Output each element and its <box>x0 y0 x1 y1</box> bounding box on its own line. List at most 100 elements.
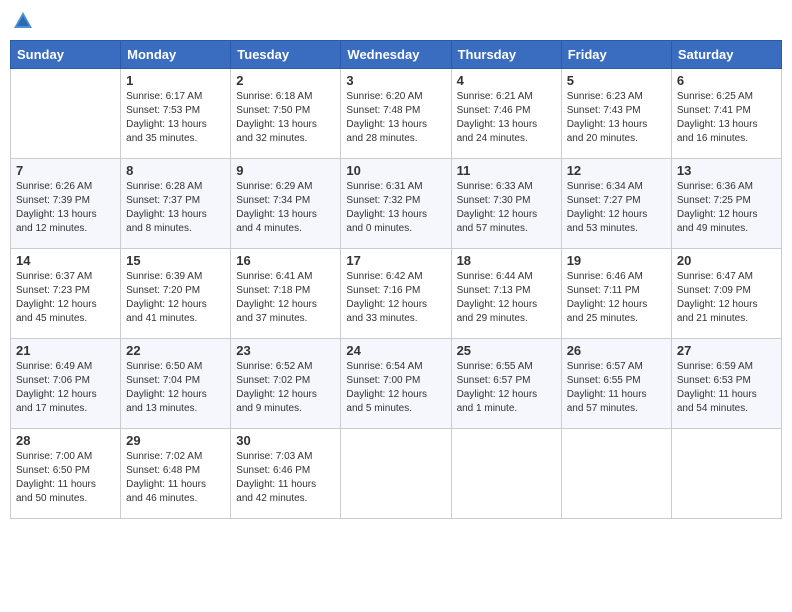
day-number: 15 <box>126 253 225 268</box>
calendar-table: SundayMondayTuesdayWednesdayThursdayFrid… <box>10 40 782 519</box>
calendar-header-row: SundayMondayTuesdayWednesdayThursdayFrid… <box>11 41 782 69</box>
day-number: 24 <box>346 343 445 358</box>
calendar-cell: 15 Sunrise: 6:39 AM Sunset: 7:20 PM Dayli… <box>121 249 231 339</box>
calendar-cell: 16 Sunrise: 6:41 AM Sunset: 7:18 PM Dayli… <box>231 249 341 339</box>
day-number: 12 <box>567 163 666 178</box>
day-info: Sunrise: 6:18 AM Sunset: 7:50 PM Dayligh… <box>236 90 335 146</box>
calendar-header-monday: Monday <box>121 41 231 69</box>
day-info: Sunrise: 6:39 AM Sunset: 7:20 PM Dayligh… <box>126 270 225 326</box>
day-number: 25 <box>457 343 556 358</box>
day-number: 29 <box>126 433 225 448</box>
calendar-cell: 17 Sunrise: 6:42 AM Sunset: 7:16 PM Dayli… <box>341 249 451 339</box>
calendar-header-sunday: Sunday <box>11 41 121 69</box>
logo <box>10 10 34 32</box>
day-number: 14 <box>16 253 115 268</box>
day-info: Sunrise: 6:36 AM Sunset: 7:25 PM Dayligh… <box>677 180 776 236</box>
day-info: Sunrise: 6:50 AM Sunset: 7:04 PM Dayligh… <box>126 360 225 416</box>
day-info: Sunrise: 6:20 AM Sunset: 7:48 PM Dayligh… <box>346 90 445 146</box>
calendar-header-saturday: Saturday <box>671 41 781 69</box>
day-info: Sunrise: 6:54 AM Sunset: 7:00 PM Dayligh… <box>346 360 445 416</box>
calendar-cell: 22 Sunrise: 6:50 AM Sunset: 7:04 PM Dayli… <box>121 339 231 429</box>
day-number: 10 <box>346 163 445 178</box>
calendar-header-tuesday: Tuesday <box>231 41 341 69</box>
calendar-cell <box>561 429 671 519</box>
calendar-cell: 28 Sunrise: 7:00 AM Sunset: 6:50 PM Dayli… <box>11 429 121 519</box>
day-number: 26 <box>567 343 666 358</box>
day-number: 16 <box>236 253 335 268</box>
calendar-cell: 10 Sunrise: 6:31 AM Sunset: 7:32 PM Dayli… <box>341 159 451 249</box>
calendar-cell: 21 Sunrise: 6:49 AM Sunset: 7:06 PM Dayli… <box>11 339 121 429</box>
day-number: 11 <box>457 163 556 178</box>
day-number: 30 <box>236 433 335 448</box>
day-number: 19 <box>567 253 666 268</box>
calendar-cell: 5 Sunrise: 6:23 AM Sunset: 7:43 PM Daylig… <box>561 69 671 159</box>
calendar-cell: 9Sunrise: 6:29 AM Sunset: 7:34 PM Daylig… <box>231 159 341 249</box>
calendar-week-row: 1 Sunrise: 6:17 AM Sunset: 7:53 PM Daylig… <box>11 69 782 159</box>
calendar-week-row: 7 Sunrise: 6:26 AM Sunset: 7:39 PM Daylig… <box>11 159 782 249</box>
calendar-header-wednesday: Wednesday <box>341 41 451 69</box>
calendar-cell <box>451 429 561 519</box>
calendar-cell: 18Sunrise: 6:44 AM Sunset: 7:13 PM Dayli… <box>451 249 561 339</box>
day-info: Sunrise: 6:21 AM Sunset: 7:46 PM Dayligh… <box>457 90 556 146</box>
calendar-cell: 23 Sunrise: 6:52 AM Sunset: 7:02 PM Dayli… <box>231 339 341 429</box>
day-info: Sunrise: 6:26 AM Sunset: 7:39 PM Dayligh… <box>16 180 115 236</box>
day-info: Sunrise: 6:59 AM Sunset: 6:53 PM Dayligh… <box>677 360 776 416</box>
day-number: 7 <box>16 163 115 178</box>
calendar-week-row: 28 Sunrise: 7:00 AM Sunset: 6:50 PM Dayli… <box>11 429 782 519</box>
calendar-header-thursday: Thursday <box>451 41 561 69</box>
day-info: Sunrise: 6:37 AM Sunset: 7:23 PM Dayligh… <box>16 270 115 326</box>
day-number: 3 <box>346 73 445 88</box>
calendar-cell: 25Sunrise: 6:55 AM Sunset: 6:57 PM Dayli… <box>451 339 561 429</box>
calendar-cell: 3 Sunrise: 6:20 AM Sunset: 7:48 PM Daylig… <box>341 69 451 159</box>
day-number: 17 <box>346 253 445 268</box>
calendar-week-row: 21 Sunrise: 6:49 AM Sunset: 7:06 PM Dayli… <box>11 339 782 429</box>
day-number: 5 <box>567 73 666 88</box>
day-info: Sunrise: 6:28 AM Sunset: 7:37 PM Dayligh… <box>126 180 225 236</box>
day-number: 1 <box>126 73 225 88</box>
day-info: Sunrise: 6:42 AM Sunset: 7:16 PM Dayligh… <box>346 270 445 326</box>
calendar-cell: 20 Sunrise: 6:47 AM Sunset: 7:09 PM Dayli… <box>671 249 781 339</box>
day-number: 20 <box>677 253 776 268</box>
day-number: 28 <box>16 433 115 448</box>
calendar-cell: 24 Sunrise: 6:54 AM Sunset: 7:00 PM Dayli… <box>341 339 451 429</box>
day-info: Sunrise: 6:49 AM Sunset: 7:06 PM Dayligh… <box>16 360 115 416</box>
day-info: Sunrise: 6:34 AM Sunset: 7:27 PM Dayligh… <box>567 180 666 236</box>
calendar-cell: 13Sunrise: 6:36 AM Sunset: 7:25 PM Dayli… <box>671 159 781 249</box>
day-info: Sunrise: 6:23 AM Sunset: 7:43 PM Dayligh… <box>567 90 666 146</box>
day-number: 8 <box>126 163 225 178</box>
day-info: Sunrise: 6:17 AM Sunset: 7:53 PM Dayligh… <box>126 90 225 146</box>
calendar-cell: 27 Sunrise: 6:59 AM Sunset: 6:53 PM Dayli… <box>671 339 781 429</box>
calendar-body: 1 Sunrise: 6:17 AM Sunset: 7:53 PM Daylig… <box>11 69 782 519</box>
day-info: Sunrise: 7:00 AM Sunset: 6:50 PM Dayligh… <box>16 450 115 506</box>
calendar-week-row: 14 Sunrise: 6:37 AM Sunset: 7:23 PM Dayli… <box>11 249 782 339</box>
day-number: 27 <box>677 343 776 358</box>
day-info: Sunrise: 6:41 AM Sunset: 7:18 PM Dayligh… <box>236 270 335 326</box>
day-number: 9 <box>236 163 335 178</box>
day-info: Sunrise: 7:02 AM Sunset: 6:48 PM Dayligh… <box>126 450 225 506</box>
calendar-cell: 19Sunrise: 6:46 AM Sunset: 7:11 PM Dayli… <box>561 249 671 339</box>
calendar-cell: 4Sunrise: 6:21 AM Sunset: 7:46 PM Daylig… <box>451 69 561 159</box>
calendar-cell: 30Sunrise: 7:03 AM Sunset: 6:46 PM Dayli… <box>231 429 341 519</box>
day-info: Sunrise: 6:57 AM Sunset: 6:55 PM Dayligh… <box>567 360 666 416</box>
day-number: 2 <box>236 73 335 88</box>
calendar-cell: 7 Sunrise: 6:26 AM Sunset: 7:39 PM Daylig… <box>11 159 121 249</box>
calendar-cell: 12 Sunrise: 6:34 AM Sunset: 7:27 PM Dayli… <box>561 159 671 249</box>
calendar-cell: 8 Sunrise: 6:28 AM Sunset: 7:37 PM Daylig… <box>121 159 231 249</box>
calendar-cell: 11 Sunrise: 6:33 AM Sunset: 7:30 PM Dayli… <box>451 159 561 249</box>
calendar-cell: 6Sunrise: 6:25 AM Sunset: 7:41 PM Daylig… <box>671 69 781 159</box>
calendar-cell: 14 Sunrise: 6:37 AM Sunset: 7:23 PM Dayli… <box>11 249 121 339</box>
calendar-cell: 1 Sunrise: 6:17 AM Sunset: 7:53 PM Daylig… <box>121 69 231 159</box>
day-info: Sunrise: 6:33 AM Sunset: 7:30 PM Dayligh… <box>457 180 556 236</box>
calendar-cell: 26 Sunrise: 6:57 AM Sunset: 6:55 PM Dayli… <box>561 339 671 429</box>
logo-icon <box>12 10 34 32</box>
calendar-cell <box>11 69 121 159</box>
day-number: 23 <box>236 343 335 358</box>
calendar-cell <box>341 429 451 519</box>
day-info: Sunrise: 6:31 AM Sunset: 7:32 PM Dayligh… <box>346 180 445 236</box>
day-info: Sunrise: 6:25 AM Sunset: 7:41 PM Dayligh… <box>677 90 776 146</box>
day-info: Sunrise: 6:47 AM Sunset: 7:09 PM Dayligh… <box>677 270 776 326</box>
page-header <box>10 10 782 32</box>
day-info: Sunrise: 6:52 AM Sunset: 7:02 PM Dayligh… <box>236 360 335 416</box>
day-number: 21 <box>16 343 115 358</box>
day-number: 22 <box>126 343 225 358</box>
